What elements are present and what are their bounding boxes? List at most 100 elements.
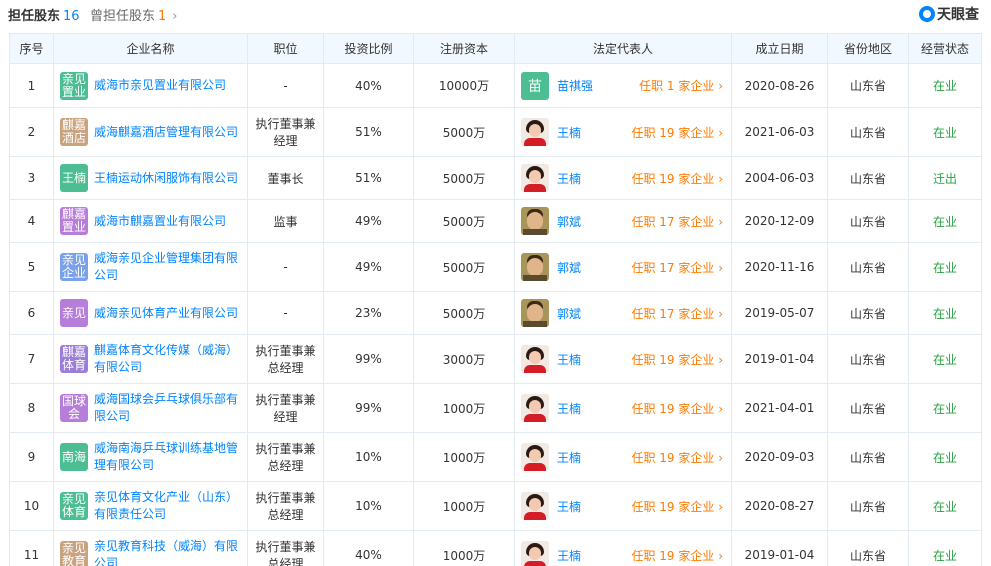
region: 山东省 bbox=[827, 334, 909, 384]
company-logo-icon: 亲见体育 bbox=[60, 492, 88, 520]
legal-rep-left: 苗苗祺强 bbox=[521, 71, 593, 100]
status-badge: 在业 bbox=[908, 199, 982, 243]
positions-link[interactable]: 任职 19 家企业 › bbox=[631, 547, 727, 564]
region: 山东省 bbox=[827, 432, 909, 482]
legal-rep-left: 王楠 bbox=[521, 164, 581, 192]
avatar[interactable] bbox=[521, 394, 549, 422]
registered-capital: 1000万 bbox=[413, 481, 515, 531]
column-header: 注册资本 bbox=[413, 33, 515, 64]
positions-link[interactable]: 任职 19 家企业 › bbox=[631, 351, 727, 368]
chevron-right-icon: › bbox=[714, 214, 723, 229]
company-name-link[interactable]: 威海南海乒乓球训练基地管理有限公司 bbox=[94, 440, 243, 474]
established-date: 2021-04-01 bbox=[731, 383, 828, 433]
company-cell: 国球会 威海国球会乒乓球俱乐部有限公司 bbox=[53, 383, 248, 433]
positions-link-label: 任职 19 家企业 bbox=[631, 352, 715, 367]
company-logo-icon: 麒嘉体育 bbox=[60, 345, 88, 373]
positions-link[interactable]: 任职 17 家企业 › bbox=[631, 213, 727, 230]
avatar[interactable] bbox=[521, 118, 549, 146]
tab-current-shareholder[interactable]: 担任股东 16 bbox=[8, 5, 80, 24]
positions-link[interactable]: 任职 17 家企业 › bbox=[631, 259, 727, 276]
legal-rep-name-link[interactable]: 王楠 bbox=[557, 124, 581, 141]
positions-link[interactable]: 任职 19 家企业 › bbox=[631, 124, 727, 141]
position: 执行董事兼经理 bbox=[247, 383, 324, 433]
legal-rep: 王楠 任职 19 家企业 › bbox=[519, 541, 727, 566]
company-logo-icon: 麒嘉置业 bbox=[60, 207, 88, 235]
company-name-link[interactable]: 王楠运动休闲服饰有限公司 bbox=[94, 170, 238, 187]
table-row: 1 亲见置业 威海市亲见置业有限公司 -40% 10000万苗苗祺强 任职 1 家企业 ›… bbox=[9, 63, 982, 108]
legal-rep-name-link[interactable]: 郭斌 bbox=[557, 259, 581, 276]
company-name-link[interactable]: 威海亲见企业管理集团有限公司 bbox=[94, 250, 243, 284]
company: 麒嘉体育 麒嘉体育文化传媒（威海）有限公司 bbox=[58, 342, 243, 376]
row-index: 5 bbox=[9, 242, 54, 292]
legal-rep: 王楠 任职 19 家企业 › bbox=[519, 492, 727, 520]
status-badge: 在业 bbox=[908, 291, 982, 335]
column-header: 企业名称 bbox=[53, 33, 248, 64]
company-name-link[interactable]: 亲见教育科技（威海）有限公司 bbox=[94, 538, 243, 566]
chevron-right-icon: › bbox=[714, 79, 723, 93]
company-cell: 王楠 王楠运动休闲服饰有限公司 bbox=[53, 156, 248, 200]
company-name-link[interactable]: 威海市亲见置业有限公司 bbox=[94, 77, 226, 94]
avatar[interactable] bbox=[521, 299, 549, 327]
table-row: 9 南海 威海南海乒乓球训练基地管理有限公司 执行董事兼总经理 10% 1000万 王楠 任职… bbox=[9, 432, 982, 482]
positions-link[interactable]: 任职 17 家企业 › bbox=[631, 305, 727, 322]
investment-ratio: 10% bbox=[323, 481, 414, 531]
tab-current-count: 16 bbox=[63, 9, 80, 24]
positions-link-label: 任职 19 家企业 bbox=[631, 171, 715, 186]
region: 山东省 bbox=[827, 481, 909, 531]
legal-rep: 苗苗祺强 任职 1 家企业 › bbox=[519, 71, 727, 100]
avatar[interactable] bbox=[521, 253, 549, 281]
positions-link[interactable]: 任职 19 家企业 › bbox=[631, 400, 727, 417]
legal-rep-name-link[interactable]: 王楠 bbox=[557, 170, 581, 187]
legal-rep: 郭斌 任职 17 家企业 › bbox=[519, 207, 727, 235]
legal-rep-name-link[interactable]: 苗祺强 bbox=[557, 77, 593, 94]
positions-link-label: 任职 17 家企业 bbox=[631, 214, 715, 229]
company-name-link[interactable]: 威海麒嘉酒店管理有限公司 bbox=[94, 124, 238, 141]
column-header: 经营状态 bbox=[908, 33, 982, 64]
tab-former-shareholder[interactable]: 曾担任股东 1 › bbox=[90, 5, 178, 24]
company: 王楠 王楠运动休闲服饰有限公司 bbox=[58, 164, 243, 192]
company-logo-icon: 南海 bbox=[60, 443, 88, 471]
region: 山东省 bbox=[827, 291, 909, 335]
legal-rep-name-link[interactable]: 王楠 bbox=[557, 400, 581, 417]
legal-rep-name-link[interactable]: 王楠 bbox=[557, 449, 581, 466]
legal-rep-name-link[interactable]: 王楠 bbox=[557, 547, 581, 564]
positions-link[interactable]: 任职 19 家企业 › bbox=[631, 449, 727, 466]
company-name-link[interactable]: 麒嘉体育文化传媒（威海）有限公司 bbox=[94, 342, 243, 376]
avatar[interactable] bbox=[521, 541, 549, 566]
legal-rep-left: 郭斌 bbox=[521, 207, 581, 235]
avatar[interactable] bbox=[521, 345, 549, 373]
position: 执行董事兼总经理 bbox=[247, 530, 324, 566]
legal-rep-name-link[interactable]: 王楠 bbox=[557, 498, 581, 515]
avatar[interactable] bbox=[521, 492, 549, 520]
positions-link[interactable]: 任职 19 家企业 › bbox=[631, 170, 727, 187]
chevron-right-icon: › bbox=[714, 401, 723, 416]
position: 执行董事兼经理 bbox=[247, 107, 324, 157]
avatar[interactable]: 苗 bbox=[521, 71, 549, 100]
legal-rep-name-link[interactable]: 王楠 bbox=[557, 351, 581, 368]
legal-rep-left: 郭斌 bbox=[521, 253, 581, 281]
legal-rep-cell: 王楠 任职 19 家企业 › bbox=[514, 530, 732, 566]
company-name-link[interactable]: 威海市麒嘉置业有限公司 bbox=[94, 213, 226, 230]
registered-capital: 5000万 bbox=[413, 291, 515, 335]
avatar[interactable] bbox=[521, 164, 549, 192]
tab-former-count: 1 bbox=[158, 9, 167, 24]
company-name-link[interactable]: 威海亲见体育产业有限公司 bbox=[94, 305, 238, 322]
chevron-right-icon: › bbox=[714, 306, 723, 321]
positions-link-label: 任职 17 家企业 bbox=[631, 306, 715, 321]
status-badge: 迁出 bbox=[908, 156, 982, 200]
legal-rep-name-link[interactable]: 郭斌 bbox=[557, 213, 581, 230]
avatar[interactable] bbox=[521, 207, 549, 235]
company-name-link[interactable]: 亲见体育文化产业（山东）有限责任公司 bbox=[94, 489, 243, 523]
table-row: 8 国球会 威海国球会乒乓球俱乐部有限公司 执行董事兼经理 99% 1000万 王楠 任职 1… bbox=[9, 383, 982, 433]
avatar[interactable] bbox=[521, 443, 549, 471]
status-badge: 在业 bbox=[908, 530, 982, 566]
company-name-link[interactable]: 威海国球会乒乓球俱乐部有限公司 bbox=[94, 391, 243, 425]
positions-link[interactable]: 任职 19 家企业 › bbox=[631, 498, 727, 515]
region: 山东省 bbox=[827, 530, 909, 566]
company-cell: 亲见体育 亲见体育文化产业（山东）有限责任公司 bbox=[53, 481, 248, 531]
row-index: 2 bbox=[9, 107, 54, 157]
positions-link[interactable]: 任职 1 家企业 › bbox=[639, 77, 727, 94]
established-date: 2004-06-03 bbox=[731, 156, 828, 200]
legal-rep-cell: 郭斌 任职 17 家企业 › bbox=[514, 291, 732, 335]
legal-rep-name-link[interactable]: 郭斌 bbox=[557, 305, 581, 322]
